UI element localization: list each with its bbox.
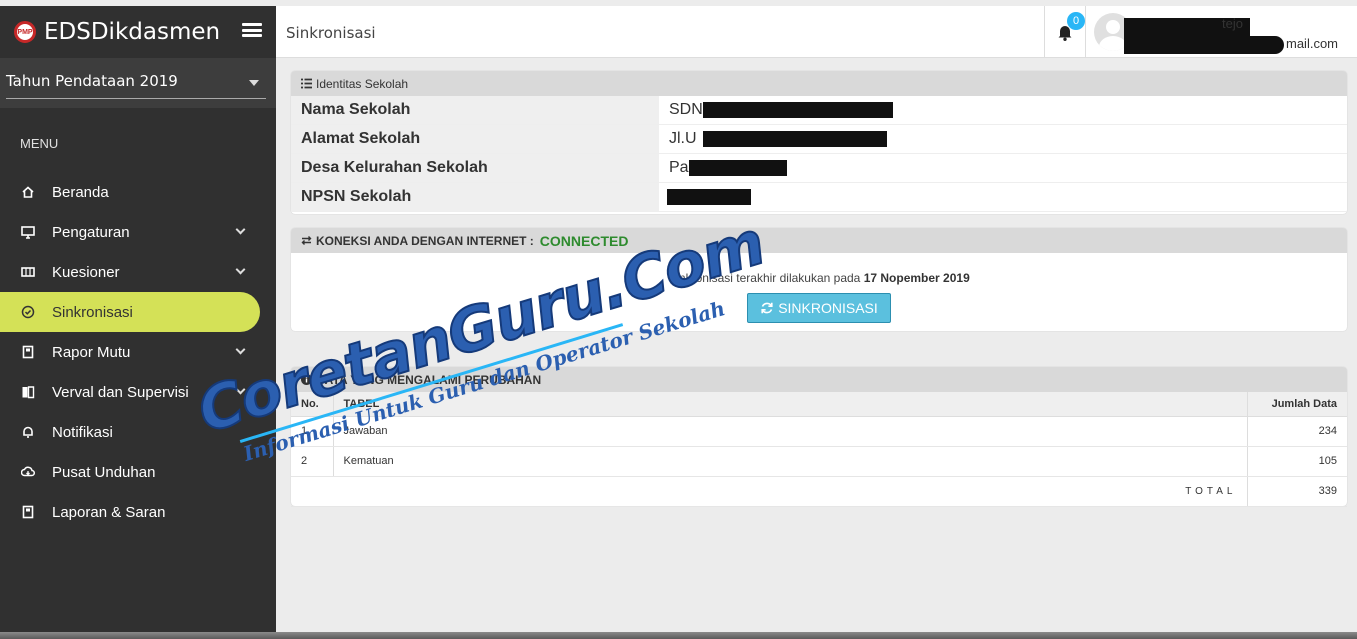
sidebar-item-sinkronisasi[interactable]: Sinkronisasi	[0, 292, 260, 332]
year-select-value: Tahun Pendataan 2019	[6, 72, 178, 90]
sidebar-item-label: Sinkronisasi	[52, 303, 133, 321]
check-circle-icon	[21, 305, 35, 319]
panel-header: Identitas Sekolah	[291, 71, 1347, 96]
chevron-down-icon	[235, 264, 246, 275]
identity-value: Pa	[659, 154, 1347, 182]
sidebar-item-label: Kuesioner	[52, 263, 120, 281]
year-select[interactable]: Tahun Pendataan 2019	[0, 58, 276, 108]
sidebar-item-label: Pengaturan	[52, 223, 130, 241]
table-cell: 105	[1246, 446, 1347, 477]
caret-down-icon	[249, 80, 259, 86]
table-cell: 2	[291, 446, 334, 477]
column-header[interactable]: No.	[291, 392, 334, 417]
total-value: 339	[1246, 476, 1347, 507]
notification-button[interactable]: 0	[1044, 6, 1086, 58]
chevron-down-icon	[235, 344, 246, 355]
brand[interactable]: PMP EDSDikdasmen	[0, 6, 276, 58]
sidebar-item-label: Rapor Mutu	[52, 343, 131, 361]
page-title: Sinkronisasi	[286, 24, 376, 42]
changes-table: No. TABEL Jumlah Data 1 Jawaban 234 2 Ke…	[291, 392, 1347, 507]
connection-status: CONNECTED	[539, 232, 629, 249]
identity-key: Desa Kelurahan Sekolah	[291, 154, 659, 182]
panel-title: Identitas Sekolah	[316, 76, 409, 91]
refresh-icon	[761, 302, 773, 314]
sidebar-item-laporan-saran[interactable]: Laporan & Saran	[0, 492, 276, 532]
identity-value	[659, 183, 1347, 211]
changes-panel: DATA YANG MENGALAMI PERUBAHAN No. TABEL …	[291, 367, 1347, 507]
identity-value: SDN	[659, 96, 1347, 124]
panel-title: KONEKSI ANDA DENGAN INTERNET :	[316, 233, 534, 248]
sidebar-item-verval[interactable]: Verval dan Supervisi	[0, 372, 276, 412]
last-sync-note: Sinkronisasi terakhir dilakukan pada 17 …	[668, 271, 970, 285]
sidebar-item-pusat-unduhan[interactable]: Pusat Unduhan	[0, 452, 276, 492]
table-row: 2 Kematuan 105	[291, 446, 1347, 477]
panel-header: DATA YANG MENGALAMI PERUBAHAN	[291, 367, 1347, 392]
table-cell: 1	[291, 416, 334, 447]
sidebar-item-notifikasi[interactable]: Notifikasi	[0, 412, 276, 452]
panel-header: KONEKSI ANDA DENGAN INTERNET : CONNECTED	[291, 228, 1347, 253]
list-icon	[301, 78, 312, 89]
identity-row: Desa Kelurahan Sekolah Pa	[291, 154, 1347, 183]
menu-label: MENU	[20, 136, 59, 151]
sidebar-item-label: Laporan & Saran	[52, 503, 166, 521]
book-open-icon	[21, 385, 35, 399]
identity-row: NPSN Sekolah	[291, 183, 1347, 212]
brand-title: EDSDikdasmen	[44, 19, 221, 45]
identity-row: Nama Sekolah SDN	[291, 96, 1347, 125]
redaction	[1236, 36, 1284, 54]
user-email[interactable]: mail.com	[1286, 36, 1338, 51]
notification-badge: 0	[1067, 12, 1085, 30]
top-bar: Sinkronisasi 0 tejo mail.com	[276, 6, 1357, 58]
sidebar-item-label: Notifikasi	[52, 423, 113, 441]
redaction	[667, 189, 751, 205]
exchange-icon	[301, 235, 312, 246]
school-identity-panel: Identitas Sekolah Nama Sekolah SDN Alama…	[291, 71, 1347, 214]
redaction	[689, 160, 787, 176]
table-row: 1 Jawaban 234	[291, 416, 1347, 447]
column-header[interactable]: Jumlah Data	[1246, 392, 1347, 417]
sidebar-item-kuesioner[interactable]: Kuesioner	[0, 252, 276, 292]
identity-key: Nama Sekolah	[291, 96, 659, 124]
user-name[interactable]: tejo	[1222, 16, 1243, 31]
chevron-down-icon	[235, 224, 246, 235]
sidebar-item-label: Pusat Unduhan	[52, 463, 156, 481]
home-icon	[21, 185, 35, 199]
brand-logo: PMP	[14, 21, 36, 43]
chevron-down-icon	[235, 384, 246, 395]
panel-title: DATA YANG MENGALAMI PERUBAHAN	[316, 372, 542, 387]
info-icon	[301, 374, 312, 385]
os-taskbar	[0, 632, 1357, 639]
identity-value: Jl.U	[659, 125, 1347, 153]
sidebar: PMP EDSDikdasmen Tahun Pendataan 2019 ME…	[0, 6, 276, 632]
cloud-download-icon	[21, 465, 35, 479]
table-header-row: No. TABEL Jumlah Data	[291, 392, 1347, 417]
sidebar-item-label: Verval dan Supervisi	[52, 383, 189, 401]
table-cell: 234	[1246, 416, 1347, 447]
table-cell: Kematuan	[333, 446, 1247, 477]
bell-icon	[21, 425, 35, 439]
table-total-row: TOTAL 339	[291, 476, 1347, 507]
redaction	[703, 102, 893, 118]
table-cell: Jawaban	[333, 416, 1247, 447]
total-label: TOTAL	[291, 476, 1247, 507]
book-icon	[21, 345, 35, 359]
sidebar-item-label: Beranda	[52, 183, 109, 201]
ticket-icon	[21, 265, 35, 279]
sidebar-item-beranda[interactable]: Beranda	[0, 172, 276, 212]
redaction	[703, 131, 887, 147]
identity-key: NPSN Sekolah	[291, 183, 659, 211]
identity-key: Alamat Sekolah	[291, 125, 659, 153]
sync-button[interactable]: SINKRONISASI	[747, 293, 891, 323]
hamburger-menu-icon[interactable]	[242, 21, 262, 39]
book-icon	[21, 505, 35, 519]
identity-row: Alamat Sekolah Jl.U	[291, 125, 1347, 154]
sidebar-item-rapor-mutu[interactable]: Rapor Mutu	[0, 332, 276, 372]
column-header[interactable]: TABEL	[333, 392, 1247, 417]
connection-panel: KONEKSI ANDA DENGAN INTERNET : CONNECTED…	[291, 228, 1347, 331]
sync-button-label: SINKRONISASI	[778, 300, 878, 316]
monitor-icon	[21, 225, 35, 239]
sidebar-item-pengaturan[interactable]: Pengaturan	[0, 212, 276, 252]
